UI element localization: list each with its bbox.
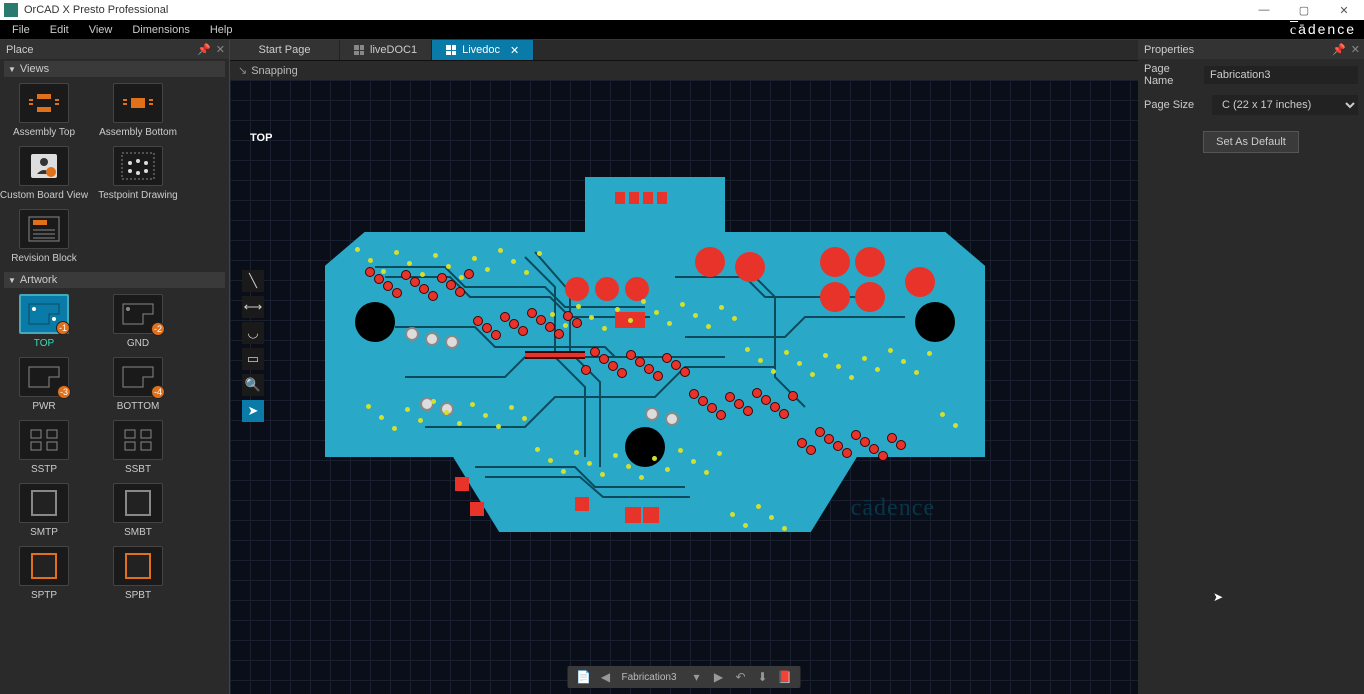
tab-start-page[interactable]: Start Page bbox=[230, 40, 340, 60]
artwork-gnd[interactable]: -2GND bbox=[98, 294, 178, 349]
pin-icon[interactable]: 📌 bbox=[197, 43, 211, 56]
place-panel-header: Place 📌 ✕ bbox=[0, 40, 229, 59]
artwork-spbt[interactable]: SPBT bbox=[98, 546, 178, 601]
tool-arc[interactable]: ◡ bbox=[242, 322, 264, 344]
artwork-ssbt[interactable]: SSBT bbox=[98, 420, 178, 475]
place-panel-title: Place bbox=[6, 44, 34, 56]
tab-livedoc1[interactable]: liveDOC1 bbox=[340, 40, 432, 60]
tool-column: ╲ ⟷ ◡ ▭ 🔍 ➤ bbox=[242, 270, 266, 422]
pcb-canvas[interactable]: TOP bbox=[230, 80, 1138, 694]
canvas-layer-label: TOP bbox=[250, 132, 272, 144]
brand-logo: ādence bbox=[1290, 21, 1356, 39]
pagename-label: Page Name bbox=[1144, 63, 1196, 87]
pagesize-select[interactable]: C (22 x 17 inches) bbox=[1212, 95, 1358, 115]
snapping-bar: ↘ Snapping bbox=[230, 60, 1138, 80]
artwork-pwr[interactable]: -3PWR bbox=[4, 357, 84, 412]
app-icon bbox=[4, 3, 18, 17]
view-assembly-bottom[interactable]: Assembly Bottom bbox=[98, 83, 178, 138]
view-testpoint[interactable]: Testpoint Drawing bbox=[98, 146, 178, 201]
tab-close-icon[interactable]: ✕ bbox=[510, 44, 519, 57]
bb-add-page-icon[interactable]: 📄 bbox=[573, 668, 593, 686]
artwork-top[interactable]: -1TOP bbox=[4, 294, 84, 349]
maximize-button[interactable]: ▢ bbox=[1284, 0, 1324, 20]
view-assembly-top[interactable]: Assembly Top bbox=[4, 83, 84, 138]
close-icon[interactable]: ✕ bbox=[1351, 43, 1360, 56]
view-custom-board[interactable]: Custom Board View bbox=[4, 146, 84, 201]
app-title: OrCAD X Presto Professional bbox=[24, 4, 168, 16]
view-revision-block[interactable]: Revision Block bbox=[4, 209, 84, 264]
bb-next-icon[interactable]: ▶ bbox=[709, 668, 729, 686]
properties-title: Properties bbox=[1144, 44, 1194, 56]
tab-livedoc[interactable]: Livedoc✕ bbox=[432, 40, 534, 60]
place-sidebar: Place 📌 ✕ Views Assembly Top Assembly Bo… bbox=[0, 40, 230, 694]
artwork-smbt[interactable]: SMBT bbox=[98, 483, 178, 538]
tool-measure[interactable]: ⟷ bbox=[242, 296, 264, 318]
menu-view[interactable]: View bbox=[79, 22, 123, 38]
pin-icon[interactable]: 📌 bbox=[1332, 43, 1346, 56]
bb-doc-name[interactable]: Fabrication3 bbox=[617, 672, 684, 683]
bb-dropdown-icon[interactable]: ▾ bbox=[687, 668, 707, 686]
pcb-board: document.write(Array.from({length:60},(_… bbox=[325, 177, 985, 537]
artwork-sptp[interactable]: SPTP bbox=[4, 546, 84, 601]
pcb-brand-logo: cādence bbox=[851, 495, 935, 522]
menubar: File Edit View Dimensions Help ādence bbox=[0, 20, 1364, 40]
snapping-label[interactable]: Snapping bbox=[251, 65, 298, 77]
content-area: Start Page liveDOC1 Livedoc✕ ↘ Snapping … bbox=[230, 40, 1138, 694]
close-button[interactable]: ✕ bbox=[1324, 0, 1364, 20]
tool-line[interactable]: ╲ bbox=[242, 270, 264, 292]
views-section-header[interactable]: Views bbox=[4, 61, 225, 77]
titlebar: OrCAD X Presto Professional — ▢ ✕ bbox=[0, 0, 1364, 20]
pagename-input[interactable] bbox=[1204, 66, 1358, 84]
tool-rect[interactable]: ▭ bbox=[242, 348, 264, 370]
tool-zoom[interactable]: 🔍 bbox=[242, 374, 264, 396]
tabbar: Start Page liveDOC1 Livedoc✕ bbox=[230, 40, 1138, 60]
tool-select[interactable]: ➤ bbox=[242, 400, 264, 422]
menu-help[interactable]: Help bbox=[200, 22, 243, 38]
menu-dimensions[interactable]: Dimensions bbox=[122, 22, 199, 38]
minimize-button[interactable]: — bbox=[1244, 0, 1284, 20]
properties-header: Properties 📌 ✕ bbox=[1138, 40, 1364, 59]
bb-prev-icon[interactable]: ◀ bbox=[595, 668, 615, 686]
bb-delete-icon[interactable]: 📕 bbox=[775, 668, 795, 686]
menu-edit[interactable]: Edit bbox=[40, 22, 79, 38]
artwork-smtp[interactable]: SMTP bbox=[4, 483, 84, 538]
bb-undo-icon[interactable]: ↶ bbox=[731, 668, 751, 686]
pagesize-label: Page Size bbox=[1144, 99, 1204, 111]
artwork-sstp[interactable]: SSTP bbox=[4, 420, 84, 475]
bottom-toolbar: 📄 ◀ Fabrication3 ▾ ▶ ↶ ⬇ 📕 bbox=[567, 666, 800, 688]
bb-down-icon[interactable]: ⬇ bbox=[753, 668, 773, 686]
set-default-button[interactable]: Set As Default bbox=[1203, 131, 1299, 153]
properties-sidebar: Properties 📌 ✕ Page Name Page Size C (22… bbox=[1138, 40, 1364, 694]
artwork-bottom[interactable]: -4BOTTOM bbox=[98, 357, 178, 412]
close-icon[interactable]: ✕ bbox=[216, 43, 225, 56]
menu-file[interactable]: File bbox=[2, 22, 40, 38]
snapping-icon[interactable]: ↘ bbox=[238, 64, 247, 77]
artwork-section-header[interactable]: Artwork bbox=[4, 272, 225, 288]
